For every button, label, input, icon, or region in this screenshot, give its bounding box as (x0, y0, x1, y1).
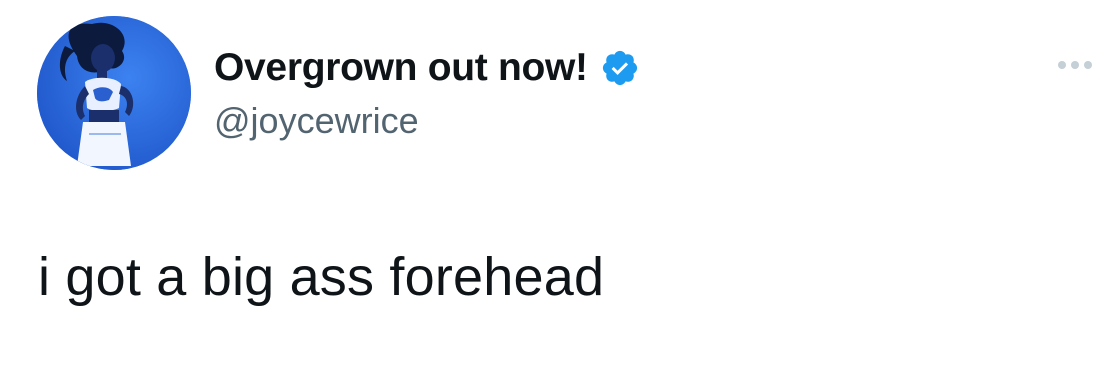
more-options-icon-dot (1071, 61, 1079, 69)
display-name[interactable]: Overgrown out now! (214, 42, 588, 94)
profile-photo-icon (37, 16, 191, 170)
more-options-button[interactable] (1058, 52, 1104, 78)
user-info: Overgrown out now! @joycewrice (214, 42, 640, 144)
name-row: Overgrown out now! (214, 42, 640, 94)
tweet-text: i got a big ass forehead (38, 247, 605, 307)
more-options-icon-dot (1084, 61, 1092, 69)
user-handle[interactable]: @joycewrice (214, 98, 640, 144)
more-options-icon (1058, 61, 1066, 69)
avatar[interactable] (37, 16, 191, 170)
tweet-card: Overgrown out now! @joycewrice i got a b… (0, 0, 1104, 367)
verified-badge-icon (600, 48, 640, 88)
